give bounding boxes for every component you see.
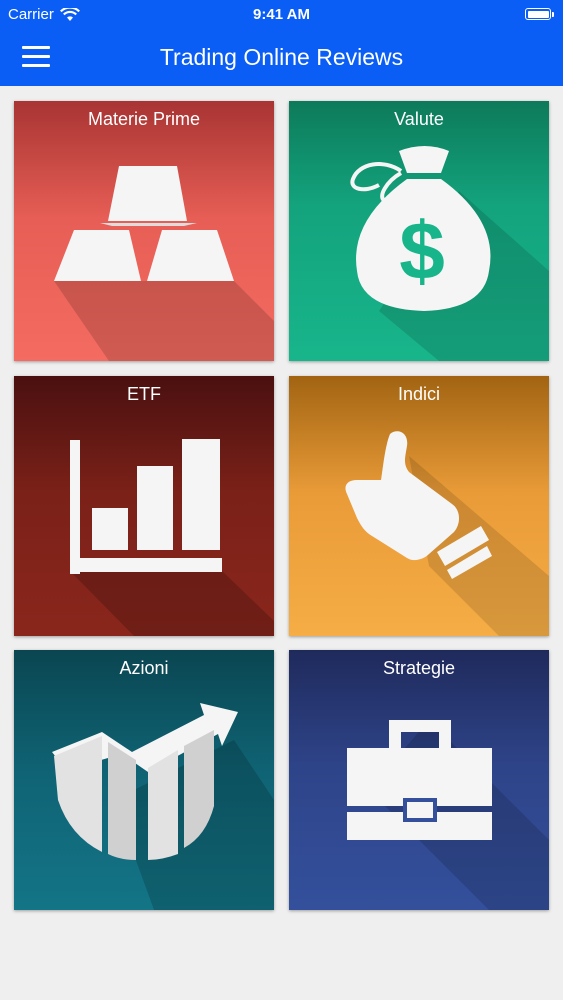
tile-etf[interactable]: ETF <box>14 376 274 636</box>
trend-arrow-icon <box>52 703 274 910</box>
status-bar: Carrier 9:41 AM <box>0 0 563 30</box>
gold-bars-icon <box>54 166 274 361</box>
clock: 9:41 AM <box>253 6 310 23</box>
app-header: Carrier 9:41 AM Trading Online Reviews <box>0 0 563 86</box>
svg-text:$: $ <box>399 206 445 297</box>
tile-label: Strategie <box>382 658 456 678</box>
tile-label: Materie Prime <box>87 109 201 129</box>
tile-azioni[interactable]: Azioni <box>14 650 274 910</box>
bar-chart-icon <box>70 439 274 636</box>
tile-label: Indici <box>397 384 441 404</box>
money-bag-icon: $ <box>350 146 549 361</box>
tile-valute[interactable]: Valute $ <box>289 101 549 361</box>
tile-materie-prime[interactable]: Materie Prime <box>14 101 274 361</box>
tile-strategie[interactable]: Strategie <box>289 650 549 910</box>
battery-icon <box>525 8 554 20</box>
tile-label: ETF <box>127 384 161 404</box>
page-title: Trading Online Reviews <box>159 44 404 70</box>
tile-label: Azioni <box>119 658 169 678</box>
tile-indici[interactable]: Indici <box>289 376 549 636</box>
thumbs-up-icon <box>345 431 549 636</box>
tile-label: Valute <box>394 109 444 129</box>
briefcase-icon <box>347 720 549 910</box>
